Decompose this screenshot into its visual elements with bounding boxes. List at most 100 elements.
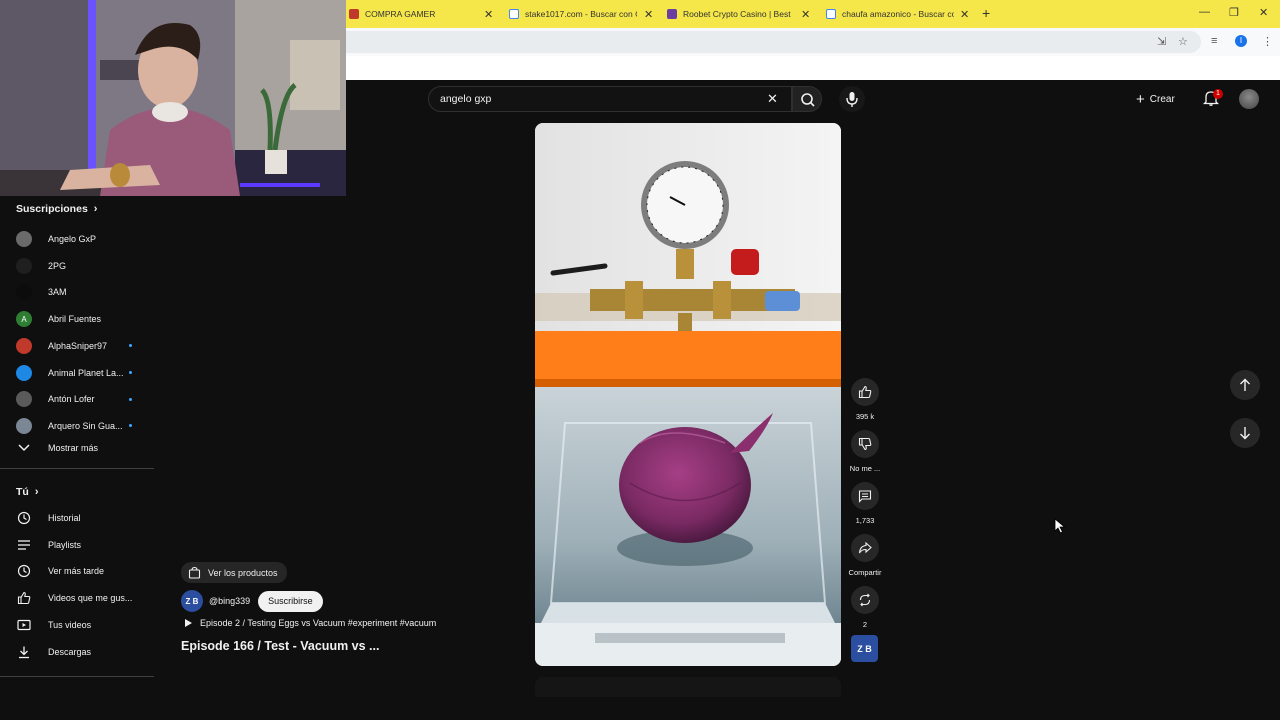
- remix-count: 2: [862, 620, 868, 629]
- arrow-up-icon: [1240, 378, 1250, 391]
- sidebar-subscription-item[interactable]: Antón Lofer: [16, 389, 150, 409]
- tab-close-icon[interactable]: ✕: [960, 8, 969, 21]
- page-top-strip: [346, 56, 1280, 80]
- sidebar-subscription-item[interactable]: Arquero Sin Gua...: [16, 416, 150, 436]
- play-icon: [185, 619, 192, 627]
- browser-tab[interactable]: chaufa amazonico - Buscar con ✕: [826, 4, 976, 24]
- tab-close-icon[interactable]: ✕: [801, 8, 810, 21]
- sidebar-subscription-item[interactable]: AlphaSniper97: [16, 336, 150, 356]
- channel-thumbnail[interactable]: Z B: [851, 635, 878, 662]
- like-button[interactable]: [851, 378, 879, 406]
- playlist-link[interactable]: Episode 2 / Testing Eggs vs Vacuum #expe…: [183, 618, 436, 628]
- subscription-label: 3AM: [48, 287, 67, 298]
- sidebar-item-liked-videos[interactable]: Videos que me gus...: [16, 588, 150, 608]
- you-heading[interactable]: Tú ›: [16, 486, 39, 498]
- subscription-label: AlphaSniper97: [48, 340, 108, 351]
- create-button[interactable]: + Crear: [1136, 90, 1175, 108]
- subscription-label: Angelo GxP: [48, 234, 97, 244]
- user-avatar[interactable]: [1239, 89, 1259, 109]
- subscriptions-heading[interactable]: Suscripciones ›: [16, 203, 97, 215]
- sidebar-divider: [0, 676, 154, 677]
- browser-tab[interactable]: Roobet Crypto Casino | Best Bit ✕: [667, 4, 817, 24]
- playlists-icon: [16, 537, 32, 553]
- channel-avatar[interactable]: Z B: [181, 590, 203, 612]
- tab-title: COMPRA GAMER: [365, 9, 436, 19]
- channel-avatar: [16, 391, 32, 408]
- share-action: Compartir: [849, 534, 881, 577]
- liked-videos-icon: [16, 590, 32, 606]
- new-content-dot: [129, 397, 132, 401]
- sidebar-item-label: Videos que me gus...: [48, 593, 133, 604]
- clear-search-icon[interactable]: ✕: [767, 91, 778, 107]
- thumbs-up-icon: [858, 385, 872, 399]
- new-content-dot: [129, 371, 132, 374]
- view-products-label: Ver los productos: [208, 567, 278, 578]
- next-video-button[interactable]: [1230, 418, 1260, 448]
- short-video-player[interactable]: [535, 123, 841, 666]
- sidebar-subscription-item[interactable]: Animal Planet La...: [16, 363, 150, 383]
- install-app-icon[interactable]: ⇲: [1157, 35, 1166, 48]
- show-more-button[interactable]: Mostrar más: [16, 438, 150, 458]
- tab-favicon-icon: [826, 9, 836, 19]
- plus-icon: +: [1136, 90, 1145, 108]
- browser-menu-icon[interactable]: ⋮: [1262, 35, 1273, 48]
- chevron-right-icon: ›: [93, 203, 98, 215]
- share-button[interactable]: [851, 534, 879, 562]
- sidebar-subscription-item[interactable]: A Abril Fuentes: [16, 309, 150, 329]
- search-button[interactable]: [792, 86, 822, 112]
- browser-profile-icon[interactable]: I: [1235, 35, 1247, 47]
- new-tab-button[interactable]: +: [982, 5, 990, 21]
- tab-favicon-icon: [509, 9, 519, 19]
- sidebar-item-your-videos[interactable]: Tus videos: [16, 615, 150, 635]
- history-icon: [16, 510, 32, 526]
- like-action: 395 k: [850, 378, 880, 421]
- sidebar-subscription-item[interactable]: 3AM: [16, 282, 150, 302]
- comments-button[interactable]: [851, 482, 879, 510]
- video-title[interactable]: Episode 166 / Test - Vacuum vs ...: [181, 639, 379, 653]
- comment-count: 1,733: [855, 516, 875, 525]
- subscription-label: Arquero Sin Gua...: [48, 420, 123, 431]
- close-window-icon[interactable]: ✕: [1259, 6, 1268, 19]
- sidebar-item-watch-later[interactable]: Ver más tarde: [16, 561, 150, 581]
- watch-later-icon: [16, 563, 32, 579]
- next-video-peek: [535, 677, 841, 697]
- sidebar-subscription-item[interactable]: 2PG: [16, 256, 150, 276]
- comment-icon: [858, 490, 872, 503]
- microphone-icon: [846, 92, 858, 107]
- dislike-button[interactable]: [851, 430, 879, 458]
- tab-close-icon[interactable]: ✕: [484, 8, 493, 21]
- subscription-label: Abril Fuentes: [48, 314, 102, 325]
- tab-title: stake1017.com - Buscar con Go: [525, 9, 637, 19]
- sidebar-item-history[interactable]: Historial: [16, 508, 150, 528]
- channel-handle[interactable]: @bing339: [209, 596, 250, 606]
- tab-close-icon[interactable]: ✕: [644, 8, 653, 21]
- sidebar-item-playlists[interactable]: Playlists: [16, 535, 150, 555]
- subscribe-button[interactable]: Suscribirse: [258, 590, 323, 612]
- subscription-label: 2PG: [48, 260, 67, 271]
- sidebar-item-downloads[interactable]: Descargas: [16, 642, 150, 662]
- browser-tab[interactable]: COMPRA GAMER ✕: [349, 4, 499, 24]
- browser-tab[interactable]: stake1017.com - Buscar con Go ✕: [509, 4, 659, 24]
- media-controls-icon[interactable]: ≡: [1211, 35, 1217, 47]
- chevron-down-icon: [16, 440, 32, 456]
- view-products-button[interactable]: Ver los productos: [181, 562, 287, 583]
- sidebar-subscription-item[interactable]: Angelo GxP: [16, 229, 150, 249]
- dislike-action: No me ...: [850, 430, 880, 473]
- show-more-label: Mostrar más: [48, 443, 99, 453]
- subscription-label: Antón Lofer: [48, 394, 95, 405]
- address-bar-row: [346, 28, 1280, 56]
- bookmark-star-icon[interactable]: ☆: [1178, 35, 1188, 48]
- channel-avatar: [16, 364, 32, 381]
- previous-video-button[interactable]: [1230, 370, 1260, 400]
- address-bar[interactable]: [346, 31, 1201, 53]
- your-videos-icon: [16, 617, 32, 633]
- sidebar-item-label: Descargas: [48, 646, 92, 657]
- sidebar-item-label: Ver más tarde: [48, 566, 105, 577]
- shopping-bag-icon: [188, 566, 201, 579]
- channel-row: Z B @bing339 Suscribirse: [181, 590, 323, 612]
- restore-icon[interactable]: ❐: [1229, 6, 1239, 19]
- voice-search-button[interactable]: [839, 86, 865, 112]
- tab-favicon-icon: [667, 9, 677, 19]
- remix-button[interactable]: [851, 586, 879, 614]
- minimize-icon[interactable]: —: [1199, 6, 1210, 18]
